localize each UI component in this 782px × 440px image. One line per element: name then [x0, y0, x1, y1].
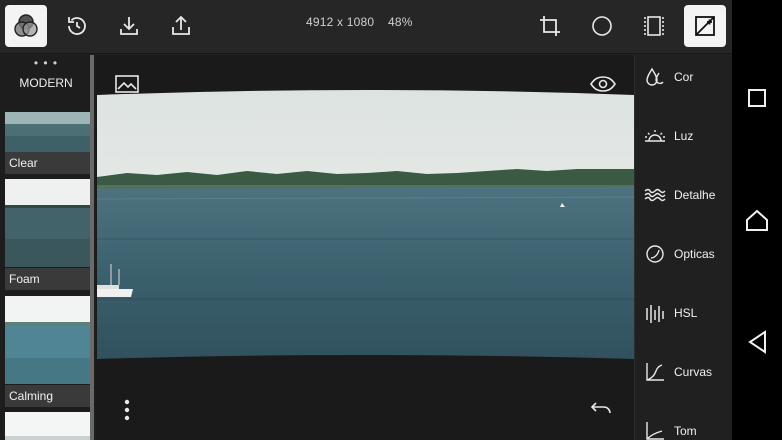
more-vertical-icon[interactable] [124, 399, 130, 426]
undo-arrow-icon[interactable] [590, 401, 612, 420]
filter-label[interactable]: Foam [5, 268, 90, 290]
share-icon [172, 15, 190, 35]
tool-label: Cor [674, 70, 694, 84]
image-size-label: 4912 x 1080 [306, 15, 375, 29]
color-drops-icon [646, 67, 664, 86]
recents-button[interactable] [732, 73, 782, 123]
lens-icon [646, 245, 664, 263]
share-button[interactable] [160, 5, 202, 47]
crop-icon [540, 16, 560, 36]
tool-label: Curvas [674, 365, 713, 379]
circle-icon [592, 16, 612, 36]
tool-detalhe[interactable]: Detalhe [635, 174, 733, 214]
filter-category-title[interactable]: MODERN [0, 76, 92, 90]
filter-thumbnail-foam[interactable] [5, 179, 90, 267]
tool-curvas[interactable]: Curvas [635, 351, 733, 391]
frame-icon [644, 16, 664, 36]
history-button[interactable] [56, 5, 98, 47]
crop-button[interactable] [529, 5, 571, 47]
tone-icon [646, 422, 664, 440]
history-icon [68, 17, 86, 35]
filter-label[interactable]: Calming [5, 385, 90, 407]
panorama-photo [97, 90, 634, 368]
filter-thumbnail-clear[interactable] [5, 112, 90, 152]
filters-scrollbar[interactable] [90, 55, 94, 440]
adjustments-icon [695, 16, 715, 36]
recents-icon [748, 89, 766, 107]
tool-label: Tom [674, 424, 697, 438]
save-icon [120, 17, 138, 35]
tool-label: Luz [674, 129, 694, 143]
zoom-label: 48% [388, 15, 413, 29]
tool-opticas[interactable]: Opticas [635, 233, 733, 273]
save-button[interactable] [108, 5, 150, 47]
tool-tom[interactable]: Tom [635, 410, 733, 440]
frame-button[interactable] [633, 5, 675, 47]
tool-label: Opticas [674, 247, 715, 261]
filter-thumbnail[interactable] [5, 412, 90, 440]
home-icon [746, 209, 768, 231]
system-navigation-bar [732, 0, 782, 440]
tool-label: Detalhe [674, 188, 716, 202]
back-icon [748, 330, 766, 354]
top-toolbar: 4912 x 1080 48% [0, 0, 732, 54]
filter-label[interactable]: Clear [5, 152, 90, 174]
tool-luz[interactable]: Luz [635, 115, 733, 155]
circle-tool-button[interactable] [581, 5, 623, 47]
adjustments-panel: Cor Luz Detalhe Opticas HSL Curvas Tom [634, 55, 732, 440]
tool-label: HSL [674, 306, 698, 320]
filters-panel: • • • MODERN Clear Foam Calming [0, 55, 96, 440]
adjustments-button[interactable] [684, 5, 726, 47]
hsl-bars-icon [646, 305, 664, 323]
filters-icon [14, 14, 38, 37]
more-filters-dots[interactable]: • • • [0, 56, 92, 70]
back-button[interactable] [732, 317, 782, 367]
home-button[interactable] [732, 195, 782, 245]
sunrise-icon [645, 130, 665, 142]
tool-cor[interactable]: Cor [635, 56, 733, 96]
filter-thumbnail-calming[interactable] [5, 296, 90, 384]
curve-icon [646, 363, 664, 381]
photo-canvas[interactable] [96, 55, 634, 440]
waves-icon [644, 188, 666, 202]
tool-hsl[interactable]: HSL [635, 292, 733, 332]
filters-button[interactable] [5, 5, 47, 47]
